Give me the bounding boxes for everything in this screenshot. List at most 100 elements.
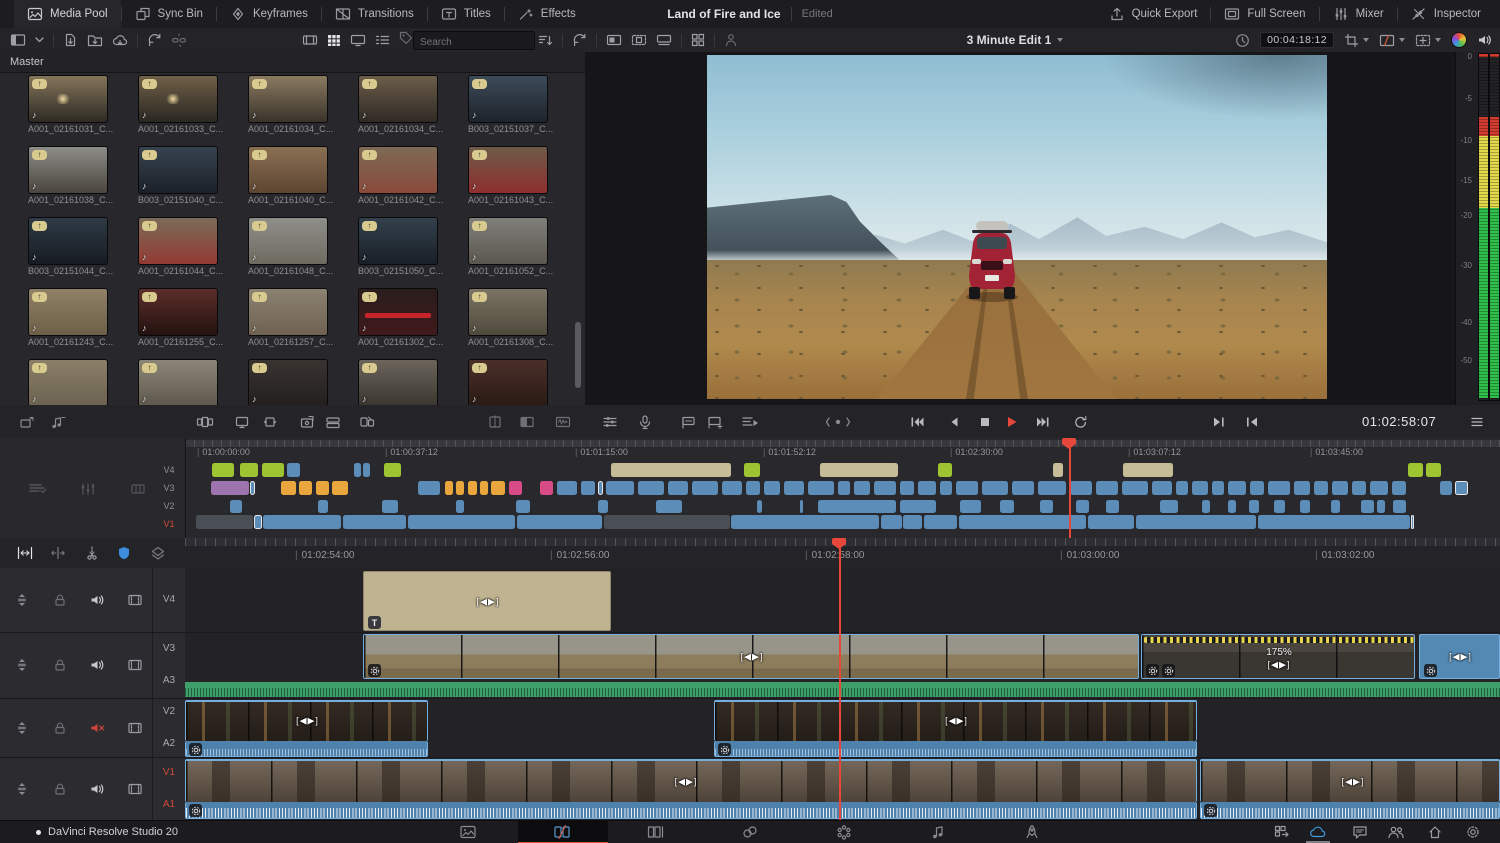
track-thumbnail-toggle[interactable]	[128, 722, 143, 734]
voiceover-button[interactable]	[638, 415, 652, 430]
mini-opt1-button[interactable]	[28, 482, 46, 494]
track-thumbnail-toggle[interactable]	[128, 659, 143, 671]
view-list-button[interactable]	[375, 34, 390, 46]
media-clip-thumbnail[interactable]: ↑♪	[248, 217, 328, 265]
bin-list-button[interactable]	[10, 33, 26, 47]
inspector-button[interactable]: Inspector	[1398, 0, 1494, 28]
view-grid-button[interactable]	[327, 34, 341, 46]
audio-clip-a3[interactable]	[185, 682, 1500, 697]
media-clip-thumbnail[interactable]: ↑♪	[358, 359, 438, 405]
sync-button[interactable]	[147, 33, 162, 47]
media-clip-thumbnail[interactable]: ↑♪	[138, 217, 218, 265]
stop-button[interactable]	[980, 417, 991, 428]
page-edit-button[interactable]	[647, 825, 665, 839]
chat-button[interactable]	[1353, 825, 1368, 839]
clip-settings-badge[interactable]	[189, 804, 202, 817]
timeline-lanes[interactable]: [◀▶]T[◀▶]175%[◀▶][◀▶][◀▶][◀▶][◀▶][◀▶]	[185, 568, 1500, 820]
append-edit-button[interactable]	[325, 415, 341, 429]
overwrite-edit-button[interactable]	[196, 415, 214, 429]
collaboration-button[interactable]	[1388, 825, 1405, 839]
media-clip-thumbnail[interactable]: ↑♪	[358, 75, 438, 123]
timeline-options-menu[interactable]	[1470, 416, 1484, 428]
trim-edit-mode-button[interactable]	[17, 546, 34, 560]
search-input[interactable]	[414, 34, 546, 51]
track-header-v4[interactable]: V4	[0, 568, 185, 633]
media-clip-thumbnail[interactable]: ↑♪	[28, 217, 108, 265]
replace-edit-button[interactable]	[234, 415, 250, 429]
media-clip-thumbnail[interactable]: ↑♪	[138, 146, 218, 194]
tools-button[interactable]	[602, 415, 618, 429]
audio-monitor-button[interactable]	[1477, 33, 1492, 47]
track-thumbnail-toggle[interactable]	[128, 783, 143, 795]
track-audio-button[interactable]	[90, 658, 105, 672]
preview-button[interactable]	[742, 415, 759, 429]
page-cut-button[interactable]	[553, 825, 571, 839]
titles-button[interactable]: Titles	[428, 0, 504, 28]
dynamic-trim-button[interactable]	[50, 546, 66, 560]
smooth-cut-button[interactable]	[555, 415, 571, 429]
fit-to-fill-button[interactable]	[262, 415, 278, 429]
clip-settings-badge[interactable]	[1424, 664, 1437, 677]
place-on-top-button[interactable]	[299, 415, 315, 429]
audio-clip-a2[interactable]	[714, 741, 1197, 757]
pose-tool-button[interactable]	[724, 33, 738, 47]
cloud-button[interactable]	[1310, 826, 1327, 839]
media-clip-thumbnail[interactable]: ↑♪	[28, 359, 108, 405]
video-clip-v1[interactable]: [◀▶]	[1200, 759, 1500, 802]
track-header-v1[interactable]: V1A1	[0, 757, 185, 821]
step-back-button[interactable]	[949, 416, 959, 428]
track-header-v2[interactable]: V2A2	[0, 698, 185, 758]
clip-settings-badge[interactable]	[189, 743, 202, 756]
video-clip-v2[interactable]: [◀▶]	[714, 700, 1197, 741]
go-to-start-button[interactable]	[910, 416, 924, 428]
insert-audio-button[interactable]	[50, 415, 66, 429]
timeline-minimap[interactable]: |01:00:00:00|01:00:37:12|01:01:15:00|01:…	[0, 438, 1500, 539]
media-clip-thumbnail[interactable]: ↑♪	[358, 146, 438, 194]
media-clip-thumbnail[interactable]: ↑♪	[468, 288, 548, 336]
page-deliver-button[interactable]	[1025, 825, 1039, 840]
play-around-button[interactable]	[1213, 416, 1226, 428]
track-header-v3[interactable]: V3A3	[0, 632, 185, 699]
timeline-selector[interactable]: 3 Minute Edit 1	[940, 28, 1090, 52]
insert-clip-button[interactable]	[19, 415, 35, 429]
view-strip-button[interactable]	[302, 34, 318, 46]
tag-filter-button[interactable]	[399, 31, 413, 50]
search-box[interactable]	[413, 31, 535, 50]
media-clip-thumbnail[interactable]: ↑♪	[28, 146, 108, 194]
audio-clip-a2[interactable]	[185, 741, 428, 757]
video-clip[interactable]: [◀▶]	[1419, 634, 1500, 679]
settings-button[interactable]	[1466, 825, 1481, 840]
transitions-button[interactable]: Transitions	[322, 0, 427, 28]
play-button[interactable]	[1007, 416, 1018, 428]
page-color-button[interactable]	[836, 824, 852, 840]
media-pool-scrollbar[interactable]	[575, 322, 581, 388]
video-clip-v1[interactable]: [◀▶]	[185, 759, 1197, 802]
title-clip[interactable]: [◀▶]T	[363, 571, 611, 631]
media-clip-thumbnail[interactable]: ↑♪	[468, 217, 548, 265]
viewer-offline-button[interactable]	[631, 34, 647, 46]
clip-settings-badge[interactable]	[368, 664, 381, 677]
bin-chevron-icon[interactable]	[35, 37, 44, 43]
multicam-view-button[interactable]	[691, 33, 705, 47]
flag-layers-button[interactable]	[150, 546, 166, 560]
media-clip-thumbnail[interactable]: ↑♪	[468, 359, 548, 405]
ripple-overwrite-button[interactable]	[359, 415, 375, 429]
poi-add-button[interactable]	[707, 415, 723, 429]
track-height-toggle[interactable]	[15, 658, 29, 672]
clip-settings-badge[interactable]	[718, 743, 731, 756]
track-lock-button[interactable]	[54, 659, 67, 672]
page-fusion-button[interactable]	[742, 825, 758, 839]
sort-button[interactable]	[538, 34, 553, 47]
viewer-cinema-button[interactable]	[656, 34, 672, 46]
relink-button[interactable]	[171, 33, 187, 47]
project-manager-button[interactable]	[1274, 825, 1290, 839]
page-fairlight-button[interactable]	[931, 825, 945, 839]
track-height-toggle[interactable]	[15, 721, 29, 735]
overlay-tool-button[interactable]	[1379, 34, 1405, 47]
video-clip-v2[interactable]: [◀▶]	[185, 700, 428, 741]
mini-opt3-button[interactable]	[130, 482, 146, 496]
import-folder-button[interactable]	[87, 33, 103, 47]
media-clip-thumbnail[interactable]: ↑♪	[248, 146, 328, 194]
retime-badge[interactable]	[1162, 664, 1175, 677]
razor-tool-button[interactable]	[85, 546, 99, 560]
